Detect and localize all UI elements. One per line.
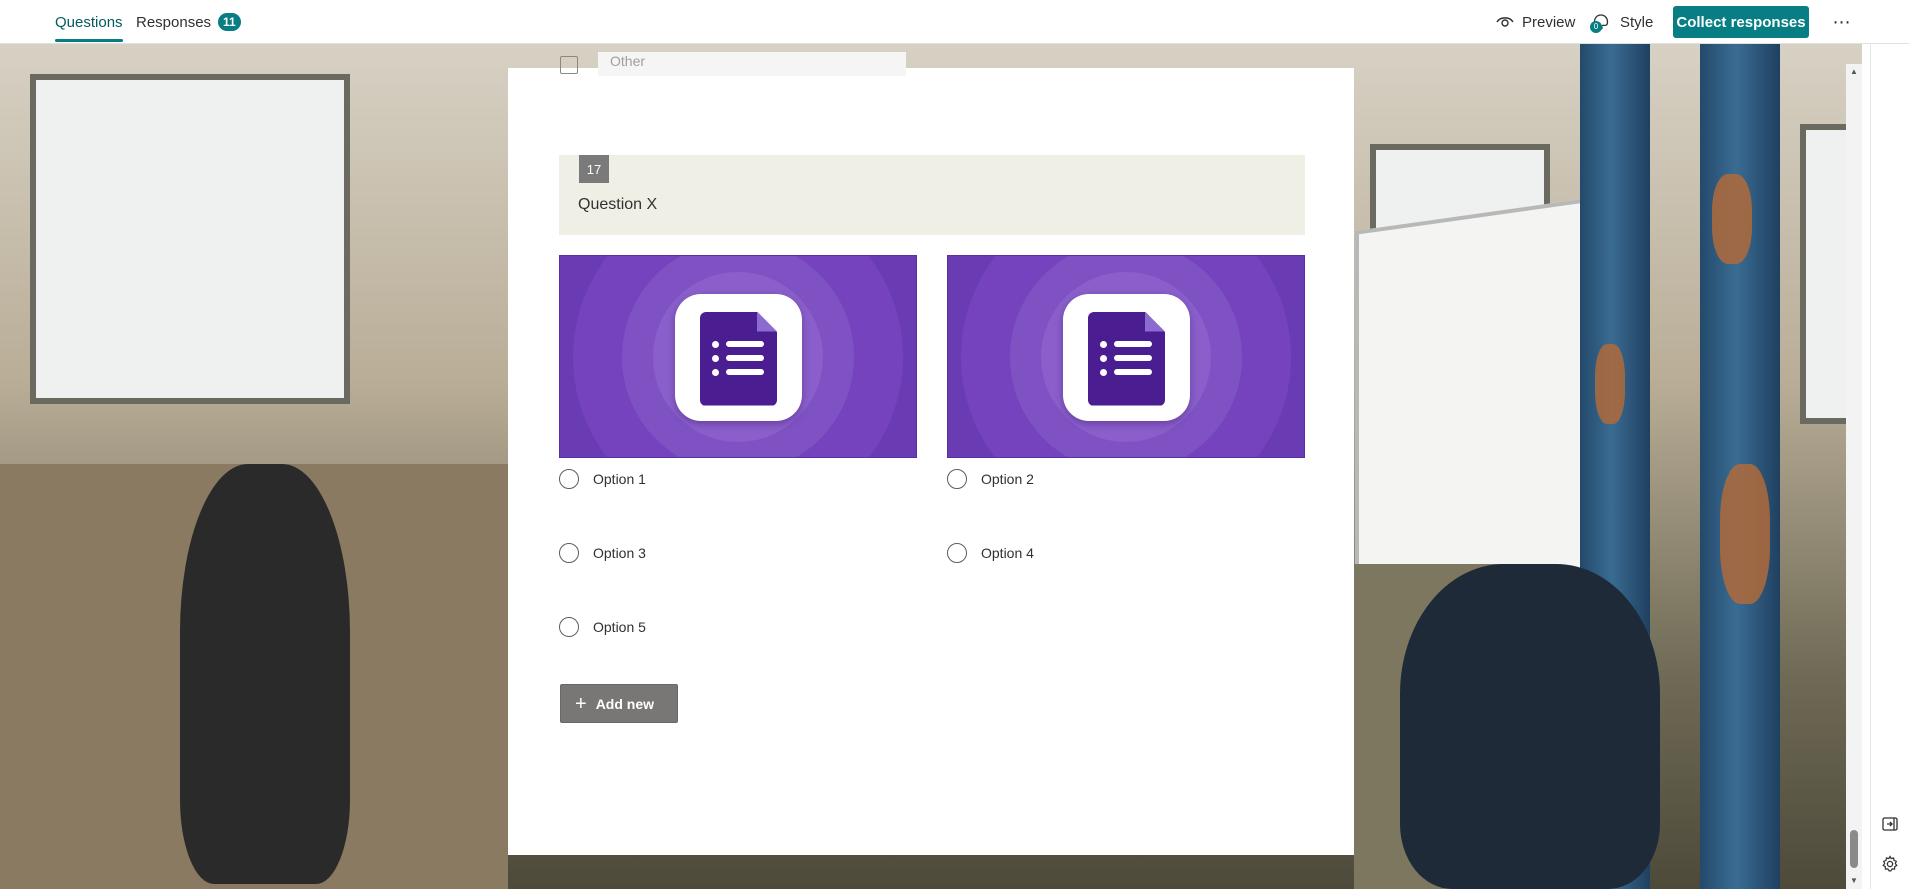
option-3[interactable]: Option 3	[559, 541, 646, 565]
style-button[interactable]: 0 Style	[1590, 0, 1654, 44]
option-2[interactable]: Option 2	[947, 467, 1034, 491]
other-input[interactable]: Other	[598, 52, 906, 76]
option-4-radio[interactable]	[947, 543, 967, 563]
tab-questions-label: Questions	[55, 13, 123, 31]
previous-question-other-row: Other	[560, 52, 920, 84]
option-1-radio[interactable]	[559, 469, 579, 489]
question-number-badge: 17	[579, 155, 609, 183]
option-4-label: Option 4	[981, 545, 1034, 561]
gear-icon[interactable]	[1880, 854, 1900, 874]
vertical-scrollbar[interactable]: ▲ ▼	[1846, 64, 1862, 889]
eye-icon	[1496, 17, 1514, 27]
option-1[interactable]: Option 1	[559, 467, 646, 491]
plus-icon: +	[575, 692, 587, 715]
responses-count-badge: 11	[218, 13, 241, 31]
forms-icon	[1063, 293, 1190, 421]
scroll-down-arrow-icon[interactable]: ▼	[1846, 873, 1862, 889]
more-icon[interactable]: ⋯	[1830, 6, 1854, 38]
other-checkbox[interactable]	[560, 56, 578, 74]
form-card: Other 17 Question X Option 1 Option 2 Op…	[508, 52, 1354, 855]
scroll-thumb[interactable]	[1850, 830, 1858, 868]
style-badge: 0	[1590, 21, 1602, 33]
forms-icon	[675, 293, 802, 421]
option-3-radio[interactable]	[559, 543, 579, 563]
option-1-label: Option 1	[593, 471, 646, 487]
preview-button[interactable]: Preview	[1496, 0, 1575, 44]
top-bar: Questions Responses 11 Preview 0 Style C…	[0, 0, 1909, 44]
add-new-button[interactable]: + Add new	[560, 684, 678, 723]
collect-responses-button[interactable]: Collect responses	[1673, 6, 1809, 38]
tab-responses[interactable]: Responses 11	[136, 0, 241, 44]
option-3-label: Option 3	[593, 545, 646, 561]
option-1-image[interactable]	[559, 255, 917, 458]
panel-toggle-icon[interactable]	[1880, 814, 1900, 834]
question-header[interactable]: 17 Question X	[559, 155, 1305, 235]
option-5-label: Option 5	[593, 619, 646, 635]
option-5-radio[interactable]	[559, 617, 579, 637]
option-5[interactable]: Option 5	[559, 615, 646, 639]
add-new-label: Add new	[595, 695, 655, 712]
option-4[interactable]: Option 4	[947, 541, 1034, 565]
scroll-up-arrow-icon[interactable]: ▲	[1846, 64, 1862, 80]
palette-icon: 0	[1590, 13, 1610, 33]
tab-questions[interactable]: Questions	[55, 0, 123, 44]
option-2-image[interactable]	[947, 255, 1305, 458]
preview-label: Preview	[1522, 13, 1576, 31]
style-label: Style	[1620, 13, 1654, 31]
question-title: Question X	[578, 196, 658, 213]
option-2-label: Option 2	[981, 471, 1034, 487]
side-toolbar	[1870, 44, 1909, 889]
option-2-radio[interactable]	[947, 469, 967, 489]
tab-responses-label: Responses	[136, 13, 212, 31]
